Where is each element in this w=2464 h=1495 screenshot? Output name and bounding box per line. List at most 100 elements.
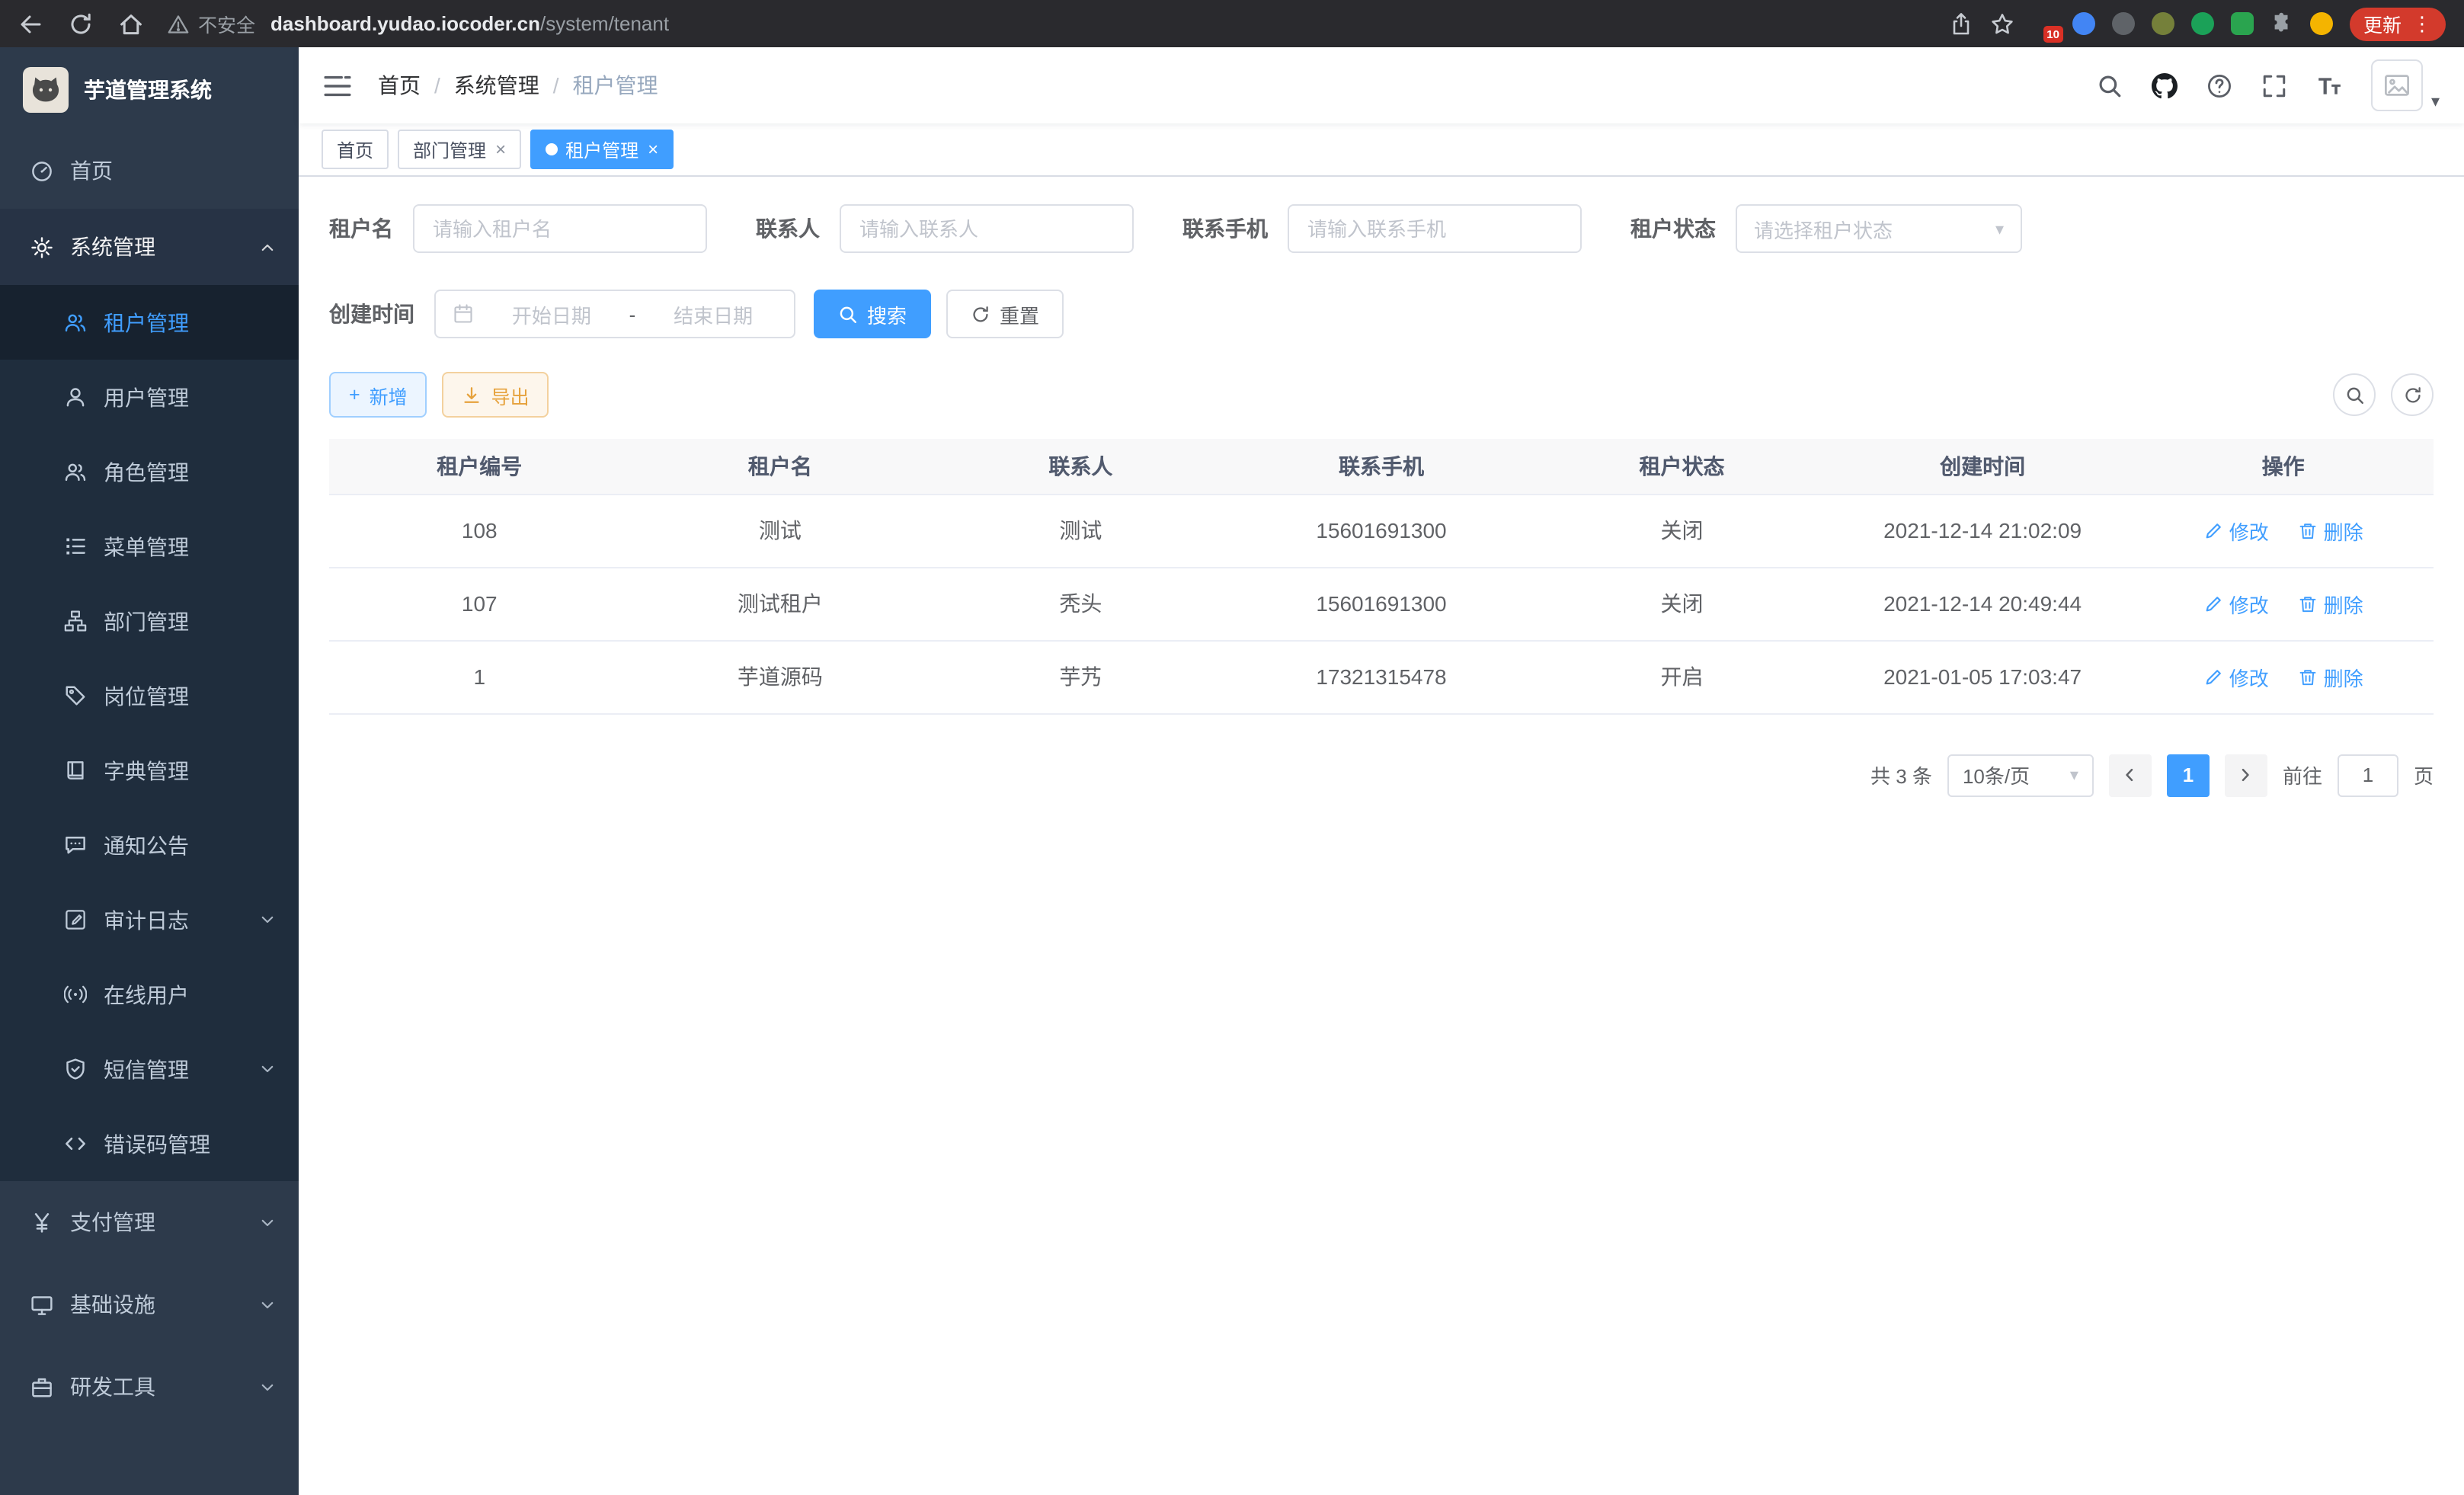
extension-icon-chat[interactable] [2231, 12, 2254, 35]
fullscreen-icon[interactable] [2262, 72, 2288, 98]
add-button[interactable]: + 新增 [329, 372, 427, 418]
delete-link[interactable]: 删除 [2298, 516, 2363, 545]
sidebar-item-system[interactable]: 系统管理 [0, 209, 299, 285]
share-icon[interactable] [1949, 11, 1973, 36]
toggle-search-button[interactable] [2333, 373, 2376, 416]
sidebar-item-home[interactable]: 首页 [0, 133, 299, 209]
home-icon[interactable] [119, 11, 143, 36]
signal-icon [64, 983, 87, 1006]
contact-label: 联系人 [756, 213, 820, 244]
page-number-1[interactable]: 1 [2167, 754, 2210, 796]
sidebar-item-user[interactable]: 用户管理 [0, 360, 299, 434]
extension-icon-green[interactable] [2191, 12, 2214, 35]
profile-avatar-icon[interactable] [2310, 12, 2333, 35]
search-button[interactable]: 搜索 [814, 290, 931, 338]
search-icon[interactable] [2098, 72, 2123, 98]
address-bar[interactable]: dashboard.yudao.iocoder.cn/system/tenant [270, 12, 669, 35]
delete-link[interactable]: 删除 [2298, 589, 2363, 618]
breadcrumb-home[interactable]: 首页 [378, 70, 421, 101]
sidebar-item-online-user[interactable]: 在线用户 [0, 957, 299, 1032]
sidebar-item-menu[interactable]: 菜单管理 [0, 509, 299, 584]
sidebar-item-dict[interactable]: 字典管理 [0, 733, 299, 808]
tab-home[interactable]: 首页 [322, 130, 389, 169]
broken-image-icon [2384, 72, 2411, 99]
edit-link[interactable]: 修改 [2203, 662, 2269, 691]
sidebar-item-notice[interactable]: 通知公告 [0, 808, 299, 882]
delete-label: 删除 [2324, 516, 2363, 545]
cell-contact: 秃头 [930, 567, 1231, 640]
table-header: 租户编号 租户名 联系人 联系手机 租户状态 创建时间 操作 [329, 439, 2434, 494]
close-icon[interactable]: × [495, 139, 506, 160]
next-page-button[interactable] [2225, 754, 2267, 796]
phone-input[interactable] [1288, 204, 1582, 253]
refresh-table-button[interactable] [2391, 373, 2434, 416]
trash-icon [2298, 594, 2318, 613]
sidebar-item-audit-log[interactable]: 审计日志 [0, 882, 299, 957]
user-avatar-menu[interactable]: ▾ [2372, 59, 2440, 111]
extension-icon-olive[interactable] [2152, 12, 2174, 35]
contact-input[interactable] [840, 204, 1134, 253]
tab-dept[interactable]: 部门管理 × [398, 130, 521, 169]
chevron-left-icon [2122, 767, 2139, 783]
font-size-icon[interactable] [2317, 72, 2343, 98]
users-icon [64, 311, 87, 334]
sidebar-item-pay[interactable]: 支付管理 [0, 1181, 299, 1263]
puzzle-extensions-icon[interactable] [2270, 12, 2293, 35]
help-icon[interactable] [2207, 72, 2233, 98]
sidebar-item-error-code[interactable]: 错误码管理 [0, 1106, 299, 1181]
url-domain: dashboard.yudao.iocoder.cn [270, 12, 540, 35]
app-title: 芋道管理系统 [84, 75, 212, 105]
update-button[interactable]: 更新 ⋮ [2350, 7, 2446, 40]
reset-button[interactable]: 重置 [946, 290, 1064, 338]
cell-actions: 修改 删除 [2133, 494, 2434, 567]
top-navbar: 首页 / 系统管理 / 租户管理 ▾ [299, 47, 2464, 123]
cell-phone: 15601691300 [1231, 567, 1532, 640]
delete-link[interactable]: 删除 [2298, 662, 2363, 691]
col-phone: 联系手机 [1231, 439, 1532, 494]
screen: 不安全 dashboard.yudao.iocoder.cn/system/te… [0, 0, 2464, 1495]
sidebar-item-infra[interactable]: 基础设施 [0, 1263, 299, 1346]
prev-page-button[interactable] [2109, 754, 2152, 796]
tags-view-bar: 首页 部门管理 × 租户管理 × [299, 123, 2464, 177]
back-icon[interactable] [18, 11, 43, 36]
extension-icon-blue[interactable] [2072, 12, 2095, 35]
calendar-icon [453, 303, 474, 325]
sidebar-item-dept[interactable]: 部门管理 [0, 584, 299, 658]
extension-icon-badged[interactable]: 10 [2031, 11, 2056, 36]
browser-menu-kebab-icon[interactable]: ⋮ [2412, 11, 2432, 36]
sidebar-item-role[interactable]: 角色管理 [0, 434, 299, 509]
github-icon[interactable] [2152, 72, 2178, 98]
extension-icon-gray[interactable] [2112, 12, 2135, 35]
sidebar-logo-row[interactable]: 芋道管理系统 [0, 47, 299, 133]
sidebar-item-label: 字典管理 [104, 755, 189, 786]
page-size-select[interactable]: 10条/页 ▾ [1947, 754, 2094, 796]
tenant-name-input[interactable] [413, 204, 707, 253]
cell-actions: 修改 删除 [2133, 567, 2434, 640]
sidebar-item-devtools[interactable]: 研发工具 [0, 1346, 299, 1428]
filter-tenant-name: 租户名 [329, 204, 707, 253]
caret-down-icon: ▾ [2431, 91, 2440, 111]
sidebar-item-label: 岗位管理 [104, 680, 189, 711]
sidebar-item-sms[interactable]: 短信管理 [0, 1032, 299, 1106]
status-select[interactable]: 请选择租户状态 ▾ [1736, 204, 2022, 253]
close-icon[interactable]: × [648, 139, 658, 160]
export-button-label: 导出 [491, 380, 530, 409]
security-indicator[interactable]: 不安全 [168, 9, 255, 38]
edit-link[interactable]: 修改 [2203, 516, 2269, 545]
bookmark-star-icon[interactable] [1990, 11, 2014, 36]
sidebar-item-label: 用户管理 [104, 382, 189, 412]
sidebar-item-tenant[interactable]: 租户管理 [0, 285, 299, 360]
reload-icon[interactable] [69, 11, 93, 36]
date-range-picker[interactable]: 开始日期 - 结束日期 [434, 290, 795, 338]
goto-page-input[interactable] [2338, 754, 2398, 796]
refresh-icon [2402, 385, 2422, 405]
sidebar-item-post[interactable]: 岗位管理 [0, 658, 299, 733]
export-button[interactable]: 导出 [443, 372, 549, 418]
edit-label: 修改 [2229, 516, 2269, 545]
hamburger-icon[interactable] [323, 71, 352, 100]
breadcrumb-system[interactable]: 系统管理 [454, 70, 539, 101]
edit-link[interactable]: 修改 [2203, 589, 2269, 618]
tab-tenant[interactable]: 租户管理 × [530, 130, 674, 169]
navbar-actions: ▾ [2098, 59, 2440, 111]
chevron-down-icon [259, 1214, 276, 1231]
